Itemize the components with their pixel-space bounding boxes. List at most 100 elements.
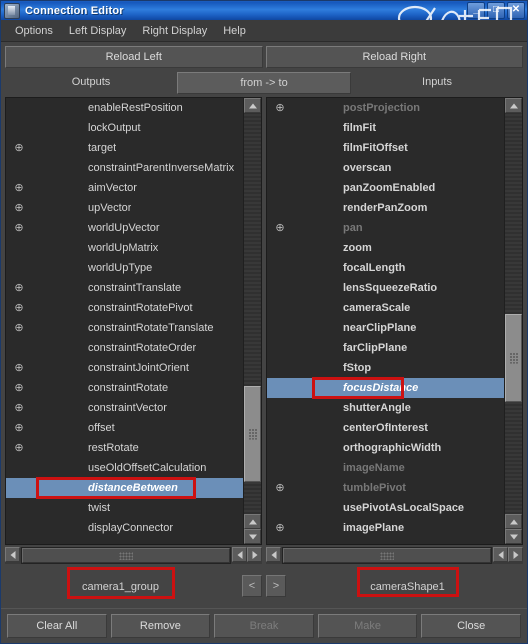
left-listbox[interactable]: enableRestPosition lockOutput ⊕ target const… bbox=[5, 97, 262, 545]
list-item[interactable]: useOldOffsetCalculation bbox=[6, 458, 243, 478]
list-item[interactable]: ⊕ constraintTranslate bbox=[6, 278, 243, 298]
remove-button[interactable]: Remove bbox=[110, 614, 211, 638]
list-item[interactable]: ⊕ aimVector bbox=[6, 178, 243, 198]
make-button[interactable]: Make bbox=[317, 614, 418, 638]
list-item[interactable]: ⊕ pan bbox=[267, 218, 504, 238]
list-item[interactable]: twist bbox=[6, 498, 243, 518]
tab-inputs[interactable]: Inputs bbox=[351, 72, 523, 94]
list-item[interactable]: ⊕ constraintRotateTranslate bbox=[6, 318, 243, 338]
list-item[interactable]: ⊕ constraintJointOrient bbox=[6, 358, 243, 378]
left-vertical-scrollbar[interactable] bbox=[243, 98, 261, 544]
left-hscroll-thumb[interactable] bbox=[22, 548, 230, 563]
minimize-button[interactable]: _ bbox=[467, 2, 485, 19]
right-hscroll-left-button-2[interactable] bbox=[493, 547, 508, 562]
list-item[interactable]: overscan bbox=[267, 158, 504, 178]
right-hscroll-track[interactable] bbox=[282, 547, 492, 564]
expand-icon[interactable]: ⊕ bbox=[8, 378, 30, 398]
right-listbox[interactable]: ⊕ postProjection filmFit filmFitOffset overs… bbox=[266, 97, 523, 545]
expand-icon[interactable]: ⊕ bbox=[269, 98, 291, 118]
clear-all-button[interactable]: Clear All bbox=[7, 614, 107, 638]
list-item[interactable]: ⊕ constraintVector bbox=[6, 398, 243, 418]
list-item[interactable]: farClipPlane bbox=[267, 338, 504, 358]
left-scroll-track[interactable] bbox=[244, 113, 261, 514]
left-scroll-down-button[interactable] bbox=[244, 529, 261, 544]
right-hscroll-thumb[interactable] bbox=[283, 548, 491, 563]
list-item[interactable]: ⊕ tumblePivot bbox=[267, 478, 504, 498]
right-scroll-thumb[interactable] bbox=[505, 313, 522, 402]
menu-left-display[interactable]: Left Display bbox=[61, 23, 134, 39]
menu-options[interactable]: Options bbox=[7, 23, 61, 39]
right-hscroll-left-button[interactable] bbox=[266, 547, 281, 562]
maximize-button[interactable]: □ bbox=[487, 2, 505, 19]
list-item[interactable]: orthographicWidth bbox=[267, 438, 504, 458]
right-hscroll-right-button[interactable] bbox=[508, 547, 523, 562]
expand-icon[interactable]: ⊕ bbox=[269, 218, 291, 238]
right-horizontal-scrollbar[interactable] bbox=[266, 547, 523, 564]
expand-icon[interactable]: ⊕ bbox=[269, 518, 291, 538]
list-item[interactable]: lensSqueezeRatio bbox=[267, 278, 504, 298]
list-item[interactable]: ⊕ constraintRotate bbox=[6, 378, 243, 398]
left-scroll-thumb[interactable] bbox=[244, 385, 261, 482]
right-vertical-scrollbar[interactable] bbox=[504, 98, 522, 544]
list-item[interactable]: lockOutput bbox=[6, 118, 243, 138]
list-item[interactable]: ⊕ target bbox=[6, 138, 243, 158]
list-item[interactable]: centerOfInterest bbox=[267, 418, 504, 438]
list-item[interactable]: constraintRotateOrder bbox=[6, 338, 243, 358]
list-item[interactable]: displayConnector bbox=[6, 518, 243, 538]
list-item[interactable]: ⊕ imagePlane bbox=[267, 518, 504, 538]
expand-icon[interactable]: ⊕ bbox=[8, 438, 30, 458]
list-item[interactable]: worldUpMatrix bbox=[6, 238, 243, 258]
menu-right-display[interactable]: Right Display bbox=[134, 23, 215, 39]
tab-outputs[interactable]: Outputs bbox=[5, 72, 177, 94]
right-attribute-list[interactable]: ⊕ postProjection filmFit filmFitOffset overs… bbox=[267, 98, 504, 544]
expand-icon[interactable]: ⊕ bbox=[269, 478, 291, 498]
list-item[interactable]: ⊕ offset bbox=[6, 418, 243, 438]
list-item[interactable]: imageName bbox=[267, 458, 504, 478]
list-item[interactable]: worldUpType bbox=[6, 258, 243, 278]
list-item[interactable]: usePivotAsLocalSpace bbox=[267, 498, 504, 518]
list-item[interactable]: ⊕ worldUpVector bbox=[6, 218, 243, 238]
list-item[interactable]: distanceBetween bbox=[6, 478, 243, 498]
list-item[interactable]: fStop bbox=[267, 358, 504, 378]
expand-icon[interactable]: ⊕ bbox=[8, 358, 30, 378]
expand-icon[interactable]: ⊕ bbox=[8, 418, 30, 438]
reload-right-button[interactable]: Reload Right bbox=[265, 46, 523, 68]
list-item[interactable]: constraintParentInverseMatrix bbox=[6, 158, 243, 178]
expand-icon[interactable]: ⊕ bbox=[8, 138, 30, 158]
close-button[interactable]: ✕ bbox=[507, 2, 525, 19]
reload-left-button[interactable]: Reload Left bbox=[5, 46, 263, 68]
tab-from-to[interactable]: from -> to bbox=[177, 72, 351, 94]
expand-icon[interactable]: ⊕ bbox=[8, 318, 30, 338]
left-hscroll-right-button[interactable] bbox=[247, 547, 262, 562]
right-scroll-up-button[interactable] bbox=[505, 98, 522, 113]
transfer-right-button[interactable]: > bbox=[266, 575, 286, 597]
list-item[interactable]: renderPanZoom bbox=[267, 198, 504, 218]
transfer-left-button[interactable]: < bbox=[242, 575, 262, 597]
right-scroll-up-button-2[interactable] bbox=[505, 514, 522, 529]
list-item[interactable]: panZoomEnabled bbox=[267, 178, 504, 198]
left-hscroll-left-button[interactable] bbox=[5, 547, 20, 562]
left-hscroll-left-button-2[interactable] bbox=[232, 547, 247, 562]
expand-icon[interactable]: ⊕ bbox=[8, 218, 30, 238]
list-item[interactable]: ⊕ restRotate bbox=[6, 438, 243, 458]
list-item[interactable]: shutterAngle bbox=[267, 398, 504, 418]
expand-icon[interactable]: ⊕ bbox=[8, 398, 30, 418]
list-item[interactable]: filmFit bbox=[267, 118, 504, 138]
list-item[interactable]: nearClipPlane bbox=[267, 318, 504, 338]
expand-icon[interactable]: ⊕ bbox=[8, 298, 30, 318]
expand-icon[interactable]: ⊕ bbox=[8, 198, 30, 218]
list-item[interactable]: focusDistance bbox=[267, 378, 504, 398]
expand-icon[interactable]: ⊕ bbox=[8, 278, 30, 298]
list-item[interactable]: ⊕ postProjection bbox=[267, 98, 504, 118]
expand-icon[interactable]: ⊕ bbox=[8, 178, 30, 198]
left-hscroll-track[interactable] bbox=[21, 547, 231, 564]
menu-help[interactable]: Help bbox=[215, 23, 254, 39]
list-item[interactable]: focalLength bbox=[267, 258, 504, 278]
left-horizontal-scrollbar[interactable] bbox=[5, 547, 262, 564]
list-item[interactable]: cameraScale bbox=[267, 298, 504, 318]
break-button[interactable]: Break bbox=[214, 614, 314, 638]
left-attribute-list[interactable]: enableRestPosition lockOutput ⊕ target const… bbox=[6, 98, 243, 544]
list-item[interactable]: ⊕ upVector bbox=[6, 198, 243, 218]
left-scroll-up-button[interactable] bbox=[244, 98, 261, 113]
list-item[interactable]: enableRestPosition bbox=[6, 98, 243, 118]
